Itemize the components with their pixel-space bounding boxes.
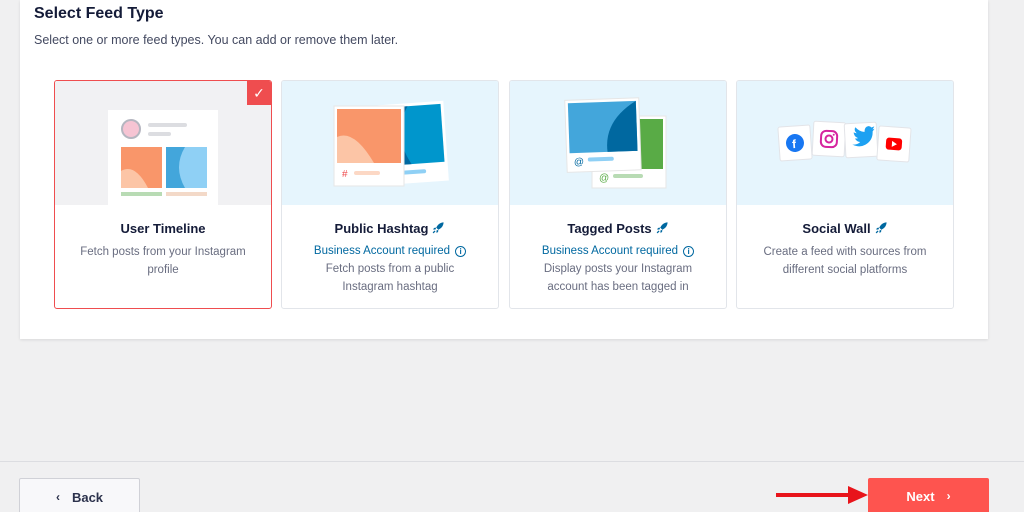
selected-check-icon: ✓ — [247, 81, 271, 105]
card-description: Create a feed with sources from differen… — [763, 246, 927, 276]
business-account-required[interactable]: Business Account required i — [510, 245, 726, 257]
chevron-left-icon: ‹ — [55, 490, 60, 504]
card-title: User Timeline — [120, 221, 206, 236]
rocket-icon — [875, 222, 887, 234]
hashtag-illustration: # — [282, 81, 498, 205]
card-description: Fetch posts from your Instagram profile — [80, 246, 246, 276]
next-button[interactable]: Next › — [868, 478, 989, 512]
feed-type-card-user-timeline[interactable]: ✓ User Timeline Fetch posts from your In… — [54, 80, 272, 309]
back-button-label: Back — [71, 490, 104, 505]
info-icon[interactable]: i — [455, 246, 467, 257]
feed-type-card-tagged-posts[interactable]: @ @ Tagged Posts Business Account requir… — [509, 80, 727, 309]
info-icon[interactable]: i — [683, 246, 695, 257]
card-title: Tagged Posts — [510, 221, 726, 236]
feed-type-card-social-wall[interactable]: f Social Wall Create a feed with sources… — [736, 80, 954, 309]
annotation-arrow-icon — [776, 486, 868, 504]
page-subtitle: Select one or more feed types. You can a… — [34, 33, 399, 47]
card-title: Public Hashtag — [282, 221, 498, 236]
rocket-icon — [656, 222, 668, 234]
user-timeline-illustration — [55, 81, 271, 205]
feed-type-card-public-hashtag[interactable]: # Public Hashtag Business Account requir… — [281, 80, 499, 309]
card-description: Display posts your Instagram account has… — [543, 263, 693, 293]
next-button-label: Next — [906, 489, 935, 504]
business-account-required[interactable]: Business Account required i — [282, 245, 498, 257]
tagged-posts-illustration: @ @ — [510, 81, 726, 205]
rocket-icon — [433, 222, 445, 234]
social-wall-illustration: f — [737, 81, 953, 205]
chevron-right-icon: › — [946, 489, 951, 503]
card-description: Fetch posts from a public Instagram hash… — [325, 263, 455, 293]
svg-text:@: @ — [599, 173, 609, 184]
page-title: Select Feed Type — [34, 5, 164, 22]
svg-text:@: @ — [574, 157, 585, 168]
svg-text:#: # — [342, 169, 348, 180]
card-title: Social Wall — [737, 221, 953, 236]
back-button[interactable]: ‹ Back — [19, 478, 140, 512]
